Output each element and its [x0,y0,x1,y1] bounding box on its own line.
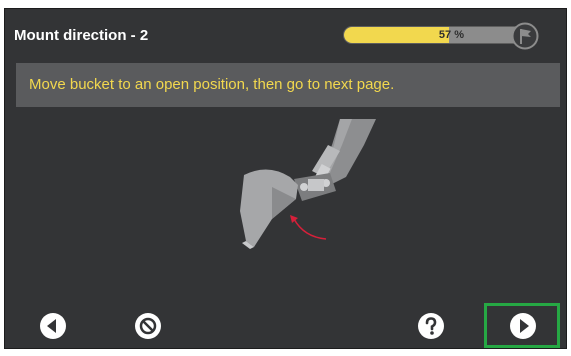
back-button[interactable] [38,311,68,341]
cancel-icon [135,313,161,339]
help-button[interactable] [416,311,446,341]
excavator-bucket-illustration [240,119,376,249]
progress-label: 57 % [438,29,464,41]
progress-indicator: 57 % [343,22,539,50]
next-button[interactable] [508,311,538,341]
help-icon [418,313,444,339]
instruction-text: Move bucket to an open position, then go… [29,76,395,93]
next-arrow-icon [510,313,536,339]
instruction-banner: Move bucket to an open position, then go… [16,63,560,107]
cancel-button[interactable] [133,311,163,341]
page-title: Mount direction - 2 [14,27,149,44]
finish-flag-icon [511,22,539,50]
back-arrow-icon [40,313,66,339]
progress-track: 57 % [343,26,529,44]
